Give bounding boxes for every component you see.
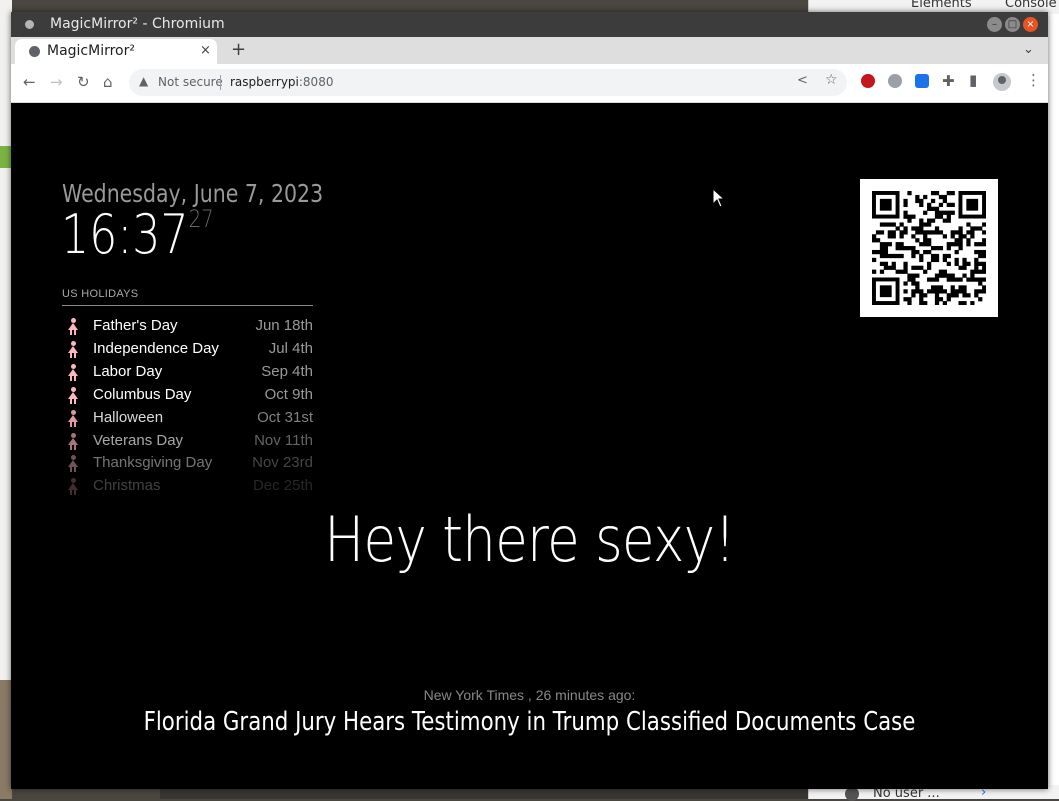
holiday-row: Halloween Oct 31st bbox=[62, 406, 313, 428]
bookmark-star-icon[interactable]: ☆ bbox=[825, 72, 838, 88]
person-icon bbox=[68, 318, 78, 335]
news-source: New York Times , 26 minutes ago: bbox=[423, 687, 636, 703]
person-icon bbox=[68, 340, 78, 358]
holiday-date: Nov 11th bbox=[254, 431, 313, 449]
holiday-row: Father's Day Jun 18th bbox=[62, 314, 313, 336]
magicmirror-page: Wednesday, June 7, 2023 16:3727 US HOLID… bbox=[11, 103, 1048, 789]
compliment-text: Hey there sexy! bbox=[324, 503, 736, 576]
holiday-row: Independence Day Jul 4th bbox=[62, 337, 313, 359]
tab-close-button[interactable]: × bbox=[200, 43, 211, 58]
extensions-puzzle-icon[interactable]: ✚ bbox=[942, 72, 955, 90]
window-titlebar: MagicMirror² - Chromium – □ × bbox=[11, 12, 1048, 37]
address-bar[interactable]: ▲ Not secure raspberrypi:8080 < ☆ bbox=[129, 69, 847, 96]
news-headline: Florida Grand Jury Hears Testimony in Tr… bbox=[143, 707, 916, 737]
extension-screen-icon[interactable] bbox=[915, 74, 929, 88]
reload-button[interactable]: ↻ bbox=[77, 73, 90, 91]
holiday-name: Thanksgiving Day bbox=[93, 454, 213, 472]
holiday-row: Columbus Day Oct 9th bbox=[62, 383, 313, 405]
holiday-date: Sep 4th bbox=[261, 362, 313, 380]
kebab-menu-icon[interactable]: ⋮ bbox=[1026, 71, 1041, 89]
holiday-date: Oct 9th bbox=[264, 385, 313, 403]
person-icon bbox=[68, 409, 78, 427]
holiday-row: Veterans Day Nov 11th bbox=[62, 429, 313, 451]
devtools-tab-console[interactable]: Console bbox=[1005, 0, 1057, 11]
clock-time: 16:3727 bbox=[61, 203, 214, 266]
holiday-name: Columbus Day bbox=[93, 385, 192, 403]
holiday-row: Thanksgiving Day Nov 23rd bbox=[62, 451, 313, 473]
person-icon bbox=[68, 386, 78, 404]
share-icon[interactable]: < bbox=[797, 73, 808, 88]
tab-title: MagicMirror² bbox=[47, 43, 135, 59]
new-tab-button[interactable]: + bbox=[231, 39, 246, 60]
tab-strip: MagicMirror² × + ⌄ bbox=[11, 37, 1048, 64]
holiday-row: Christmas Dec 25th bbox=[62, 474, 313, 496]
holiday-name: Labor Day bbox=[93, 362, 163, 380]
window-menu-icon[interactable] bbox=[25, 20, 34, 29]
close-window-button[interactable]: × bbox=[1023, 17, 1038, 32]
url-host: raspberrypi bbox=[230, 75, 299, 89]
person-icon bbox=[68, 363, 78, 381]
back-button[interactable]: ← bbox=[23, 73, 36, 91]
person-icon bbox=[68, 432, 78, 450]
holiday-date: Nov 23rd bbox=[252, 454, 313, 472]
forward-button[interactable]: → bbox=[50, 73, 63, 91]
warning-icon[interactable]: ▲ bbox=[139, 74, 148, 88]
home-button[interactable]: ⌂ bbox=[103, 73, 113, 91]
person-icon bbox=[68, 455, 78, 473]
maximize-button[interactable]: □ bbox=[1005, 17, 1020, 32]
profile-avatar[interactable] bbox=[993, 73, 1011, 91]
holiday-date: Dec 25th bbox=[252, 477, 313, 495]
holiday-name: Father's Day bbox=[93, 317, 178, 334]
window-title: MagicMirror² - Chromium bbox=[50, 16, 225, 32]
tab-magicmirror[interactable]: MagicMirror² × bbox=[15, 39, 217, 64]
qr-code bbox=[860, 179, 998, 317]
devtools-tab-elements[interactable]: Elements bbox=[911, 0, 972, 11]
holiday-row: Labor Day Sep 4th bbox=[62, 360, 313, 382]
holiday-name: Veterans Day bbox=[93, 431, 184, 449]
clock-hours-minutes: 16:37 bbox=[61, 203, 189, 266]
devtools-panel-edge bbox=[1047, 0, 1059, 799]
url-port: :8080 bbox=[298, 75, 334, 89]
holidays-header: US HOLIDAYS bbox=[62, 288, 313, 306]
qr-code-graphic bbox=[872, 191, 986, 305]
side-panel-icon[interactable]: ▮ bbox=[969, 71, 977, 89]
holiday-name: Halloween bbox=[93, 408, 164, 426]
holiday-date: Oct 31st bbox=[257, 408, 313, 426]
clock-seconds: 27 bbox=[188, 205, 214, 233]
tab-search-chevron-icon[interactable]: ⌄ bbox=[1023, 42, 1034, 57]
browser-window: MagicMirror² - Chromium – □ × MagicMirro… bbox=[11, 12, 1048, 789]
holiday-name: Christmas bbox=[93, 477, 161, 495]
browser-toolbar: ← → ↻ ⌂ ▲ Not secure raspberrypi:8080 < … bbox=[11, 64, 1048, 103]
holiday-date: Jul 4th bbox=[268, 339, 313, 357]
holiday-date: Jun 18th bbox=[255, 317, 313, 334]
not-secure-label[interactable]: Not secure bbox=[158, 75, 223, 89]
omnibox-separator bbox=[220, 75, 221, 90]
holiday-name: Independence Day bbox=[93, 339, 219, 357]
minimize-button[interactable]: – bbox=[987, 17, 1002, 32]
extension-youtube-icon[interactable] bbox=[861, 74, 875, 88]
url-text[interactable]: raspberrypi:8080 bbox=[230, 75, 333, 89]
globe-icon bbox=[29, 46, 40, 57]
mouse-cursor-icon bbox=[712, 188, 726, 208]
extension-dark-mode-icon[interactable] bbox=[888, 74, 902, 88]
desktop-background-bottom bbox=[160, 789, 810, 799]
person-icon bbox=[68, 478, 78, 496]
